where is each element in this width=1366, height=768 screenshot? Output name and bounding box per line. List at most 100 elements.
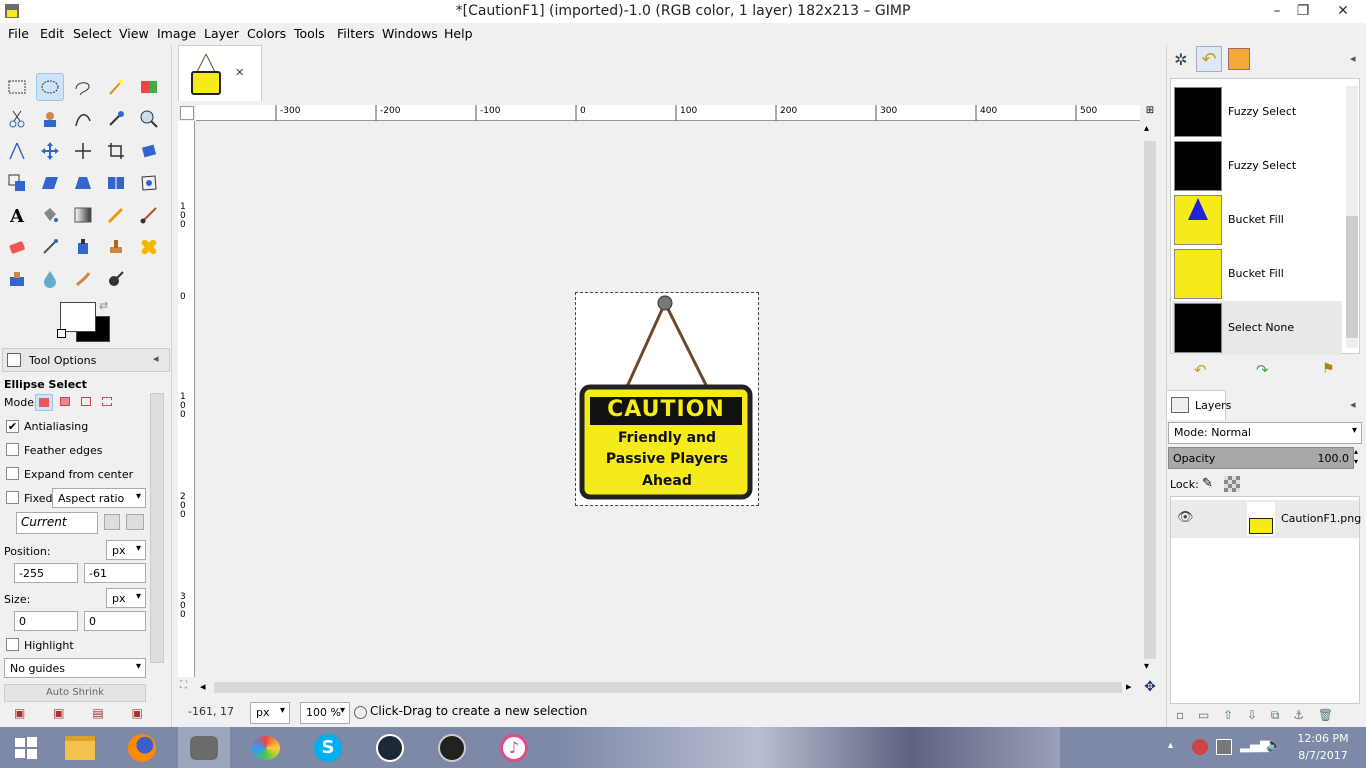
perspective-clone-tool[interactable]: [3, 265, 31, 293]
menu-tools[interactable]: Tools: [294, 26, 325, 41]
clone-tool[interactable]: [102, 233, 130, 261]
mode-add-button[interactable]: [57, 394, 75, 411]
volume-icon[interactable]: 🔈: [1266, 738, 1282, 753]
scale-tool[interactable]: [3, 169, 31, 197]
ellipse-select-tool[interactable]: [36, 73, 64, 101]
layers-tab[interactable]: Layers: [1166, 390, 1231, 420]
history-item[interactable]: Fuzzy Select: [1172, 85, 1342, 139]
itunes-taskbar-icon[interactable]: ♪: [488, 727, 540, 768]
delete-options-icon[interactable]: ▤: [92, 706, 103, 720]
lower-layer-icon[interactable]: ⇩: [1247, 708, 1257, 722]
canvas[interactable]: CAUTION Friendly and Passive Players Ahe…: [196, 121, 1140, 677]
opacity-slider[interactable]: Opacity 100.0: [1168, 447, 1354, 469]
quick-mask-toggle-icon[interactable]: ⛶: [180, 680, 187, 691]
tab-patterns[interactable]: [1228, 48, 1250, 70]
position-x-field[interactable]: -255: [14, 563, 78, 583]
scroll-left-icon[interactable]: ◂: [200, 680, 206, 693]
current-ratio-field[interactable]: Current: [16, 512, 98, 534]
perspective-tool[interactable]: [69, 169, 97, 197]
pencil-tool[interactable]: [102, 201, 130, 229]
menu-image[interactable]: Image: [157, 26, 196, 41]
close-tab-icon[interactable]: ✕: [235, 66, 244, 79]
save-options-icon[interactable]: ▣: [14, 706, 25, 720]
steam-taskbar-icon[interactable]: [364, 727, 416, 768]
size-unit-dropdown[interactable]: px ▾: [106, 588, 146, 608]
clock-date[interactable]: 8/7/2017: [1290, 749, 1356, 762]
size-width-field[interactable]: 0: [14, 611, 78, 631]
skype-taskbar-icon[interactable]: S: [302, 727, 354, 768]
file-explorer-taskbar-icon[interactable]: [54, 727, 106, 768]
swap-colors-icon[interactable]: ⇄: [99, 299, 108, 312]
antialiasing-checkbox[interactable]: [6, 419, 19, 433]
menu-colors[interactable]: Colors: [247, 26, 286, 41]
quick-mask-corner[interactable]: [180, 106, 194, 120]
unit-dropdown[interactable]: px ▾: [250, 702, 290, 724]
crop-tool[interactable]: [102, 137, 130, 165]
expand-from-center-checkbox[interactable]: [6, 467, 19, 483]
layer-row[interactable]: 👁 CautionF1.png: [1171, 500, 1361, 538]
vertical-scroll-thumb[interactable]: [1144, 141, 1156, 659]
flip-tool[interactable]: [102, 169, 130, 197]
show-hidden-icons[interactable]: ▴: [1168, 740, 1173, 751]
tool-options-scrollbar[interactable]: [150, 393, 164, 663]
obs-taskbar-icon[interactable]: [426, 727, 478, 768]
ink-tool[interactable]: [69, 233, 97, 261]
dock-menu-icon[interactable]: ◂: [1350, 52, 1356, 65]
eraser-tool[interactable]: [3, 233, 31, 261]
undo-icon[interactable]: ↶: [1194, 361, 1207, 379]
position-unit-dropdown[interactable]: px ▾: [106, 540, 146, 560]
menu-windows[interactable]: Windows: [382, 26, 438, 41]
rect-select-tool[interactable]: [3, 73, 31, 101]
scissors-select-tool[interactable]: [3, 105, 31, 133]
color-picker-tool[interactable]: [102, 105, 130, 133]
eye-icon[interactable]: 👁: [1177, 510, 1194, 525]
tray-device-icon[interactable]: [1216, 739, 1232, 755]
vertical-scrollbar[interactable]: ▴ ▾: [1142, 121, 1158, 677]
bucket-fill-tool[interactable]: [36, 201, 64, 229]
delete-layer-icon[interactable]: 🗑: [1318, 708, 1333, 722]
lock-alpha-icon[interactable]: [1224, 476, 1240, 492]
default-colors-icon[interactable]: [57, 329, 66, 338]
menu-select[interactable]: Select: [73, 26, 112, 41]
position-y-field[interactable]: -61: [84, 563, 146, 583]
measure-tool[interactable]: [3, 137, 31, 165]
scroll-up-icon[interactable]: ▴: [1144, 123, 1149, 134]
new-layer-group-icon[interactable]: ▭: [1198, 708, 1209, 722]
foreground-color-swatch[interactable]: [60, 302, 96, 332]
highlight-checkbox[interactable]: [6, 638, 19, 654]
scroll-down-icon[interactable]: ▾: [1144, 661, 1149, 672]
scroll-right-icon[interactable]: ▸: [1126, 680, 1132, 693]
mode-intersect-button[interactable]: [99, 394, 117, 411]
history-item[interactable]: Fuzzy Select: [1172, 139, 1342, 193]
tray-app-icon[interactable]: [1192, 739, 1208, 755]
paths-tool[interactable]: [69, 105, 97, 133]
menu-layer[interactable]: Layer: [204, 26, 239, 41]
new-layer-icon[interactable]: ▫: [1176, 708, 1184, 722]
gimp-taskbar-icon[interactable]: [178, 727, 230, 768]
blend-tool[interactable]: [69, 201, 97, 229]
restore-options-icon[interactable]: ▣: [53, 706, 64, 720]
redo-icon[interactable]: ↷: [1256, 361, 1269, 379]
close-button[interactable]: ✕: [1320, 0, 1366, 23]
menu-edit[interactable]: Edit: [40, 26, 64, 41]
horizontal-scroll-thumb[interactable]: [214, 682, 1122, 693]
opacity-spinner[interactable]: ▴ ▾: [1354, 447, 1358, 467]
raise-layer-icon[interactable]: ⇧: [1223, 708, 1233, 722]
guides-dropdown[interactable]: No guides ▾: [4, 658, 146, 678]
duplicate-layer-icon[interactable]: ⧉: [1271, 708, 1280, 722]
tab-undo-history[interactable]: ↶: [1196, 46, 1222, 72]
fuzzy-select-tool[interactable]: [102, 73, 130, 101]
free-select-tool[interactable]: [69, 73, 97, 101]
portrait-icon[interactable]: [104, 514, 120, 530]
anchor-layer-icon[interactable]: ⚓: [1293, 708, 1304, 722]
fixed-dropdown[interactable]: Aspect ratio ▾: [52, 488, 146, 508]
tool-options-tab[interactable]: Tool Options ◂: [2, 348, 170, 372]
fixed-checkbox[interactable]: [6, 491, 19, 507]
paintbrush-tool[interactable]: [135, 201, 163, 229]
clear-history-icon[interactable]: ⚑: [1322, 361, 1335, 377]
mode-replace-button[interactable]: [35, 394, 53, 411]
dodge-burn-tool[interactable]: [102, 265, 130, 293]
menu-filters[interactable]: Filters: [337, 26, 374, 41]
heal-tool[interactable]: [135, 233, 163, 261]
cage-transform-tool[interactable]: [135, 169, 163, 197]
